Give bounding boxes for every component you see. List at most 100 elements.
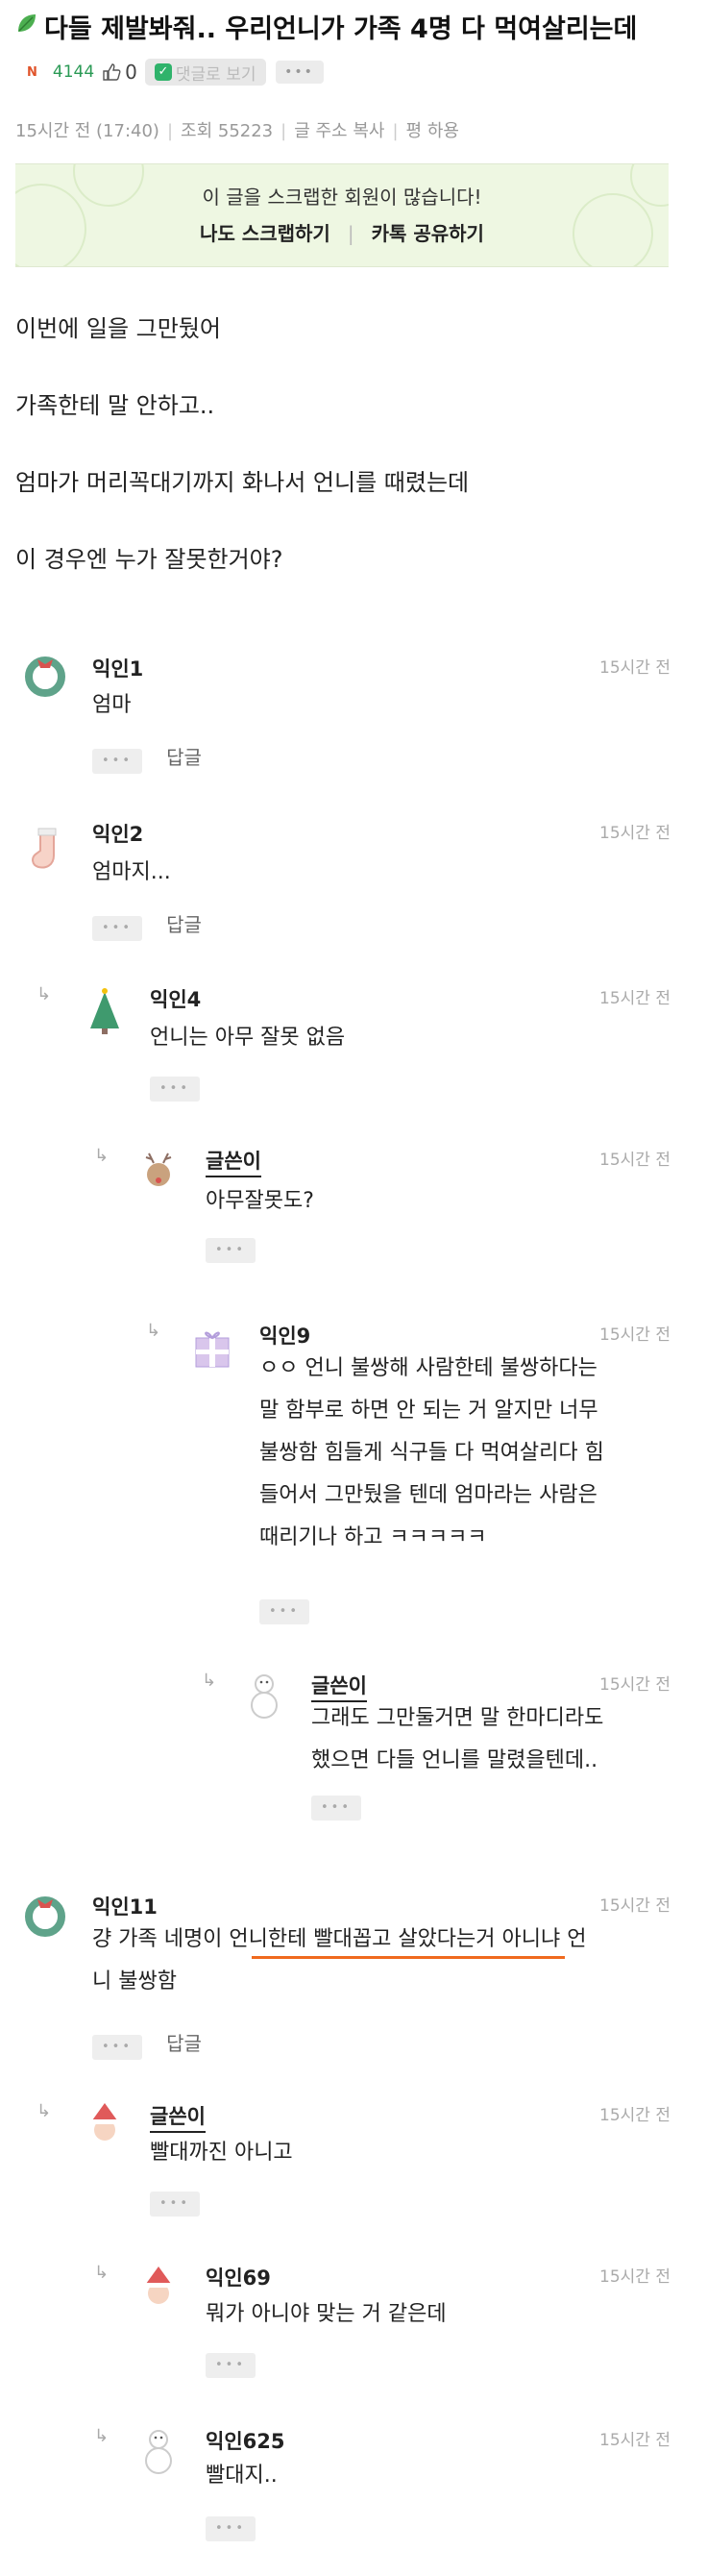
copy-link[interactable]: 글 주소 복사 [294,121,384,141]
comment-text: 엄마 [92,693,132,717]
comment-actions: ••• 답글 [92,909,202,941]
comment-actions: ••• [206,2353,256,2378]
comment-author: 익인11 [92,1895,158,1919]
comment-time: 15시간 전 [599,1896,670,1916]
highlight-underline [252,1956,565,1959]
gift-avatar-icon [195,1331,230,1368]
check-icon: ✓ [154,63,172,81]
comment-more-button[interactable]: ••• [259,1599,309,1624]
body-paragraph: 엄마가 머리꼭대기까지 화나서 언니를 때렸는데 [15,469,470,496]
christmas-tree-avatar-icon [90,988,119,1034]
comment-count: 4144 [52,62,95,82]
scrap-actions: 나도 스크랩하기 | 카톡 공유하기 [200,222,484,245]
comment-text: 아무잘못도? [206,1189,314,1213]
new-badge: N [27,64,37,80]
comment-author: 익인1 [92,657,144,681]
snowman-avatar-icon [251,1674,278,1719]
comment-author: 익인4 [150,988,202,1011]
post-title: 다들 제발봐줘.. 우리언니가 가족 4명 다 먹여살리는데 [44,14,638,44]
comment-text: 뭐가 아니야 맞는 거 같은데 [206,2302,447,2326]
reply-button[interactable]: 답글 [166,913,202,936]
comment-actions: ••• 답글 [92,742,202,774]
comment-actions: ••• [206,1238,256,1263]
comment-author: 익인9 [259,1325,311,1348]
reply-arrow-icon: ↳ [94,1146,110,1166]
santa-avatar-icon [91,2103,118,2141]
comment-line: 했으면 다들 언니를 말렸을텐데.. [311,1748,598,1772]
comment-actions: ••• [259,1599,309,1624]
comment-text: ㅇㅇ 언니 불쌍해 사람한테 불쌍하다는 말 함부로 하면 안 되는 거 알지만… [259,1348,604,1559]
wreath-avatar-icon [25,1896,65,1937]
comment-line: 불쌍함 힘들게 식구들 다 먹여살리다 힘 [259,1441,604,1465]
comment-actions: ••• [150,1077,200,1102]
comment-line: 그래도 그만둘거면 말 한마디라도 [311,1706,604,1730]
comment-text: 빨대까진 아니고 [150,2141,293,2165]
reply-button[interactable]: 답글 [166,2032,202,2055]
more-button[interactable]: ••• [275,61,324,84]
comment-line: 니 불쌍함 [92,1969,177,1994]
stocking-avatar-icon [32,828,57,869]
report-link[interactable]: 평 하용 [406,121,459,141]
view-comments-button[interactable]: ✓ 댓글로 보기 [144,59,266,86]
comment-text: 언니는 아무 잘못 없음 [150,1026,346,1050]
scrap-message: 이 글을 스크랩한 회원이 많습니다! [202,186,482,209]
comment-actions: ••• [311,1796,361,1821]
wreath-avatar-icon [25,656,65,697]
comment-time: 15시간 전 [599,2431,670,2450]
like-count: 0 [125,61,137,84]
comment-more-button[interactable]: ••• [92,2035,142,2060]
body-paragraph: 가족한테 말 안하고.. [15,392,215,419]
comment-author: 익인2 [92,823,144,846]
reply-arrow-icon: ↳ [94,2426,110,2446]
comment-text: 그래도 그만둘거면 말 한마디라도 했으면 다들 언니를 말렸을텐데.. [311,1697,603,1782]
comment-time: 15시간 전 [599,824,670,843]
comment-more-button[interactable]: ••• [206,2516,256,2541]
comment-line: 말 함부로 하면 안 되는 거 알지만 너무 [259,1399,598,1423]
comment-author: 익인625 [206,2430,285,2453]
comment-time: 15시간 전 [599,1151,670,1170]
comment-actions: ••• [206,2516,256,2541]
comment-line: 들어서 그만뒀을 텐데 엄마라는 사람은 [259,1483,597,1507]
comment-line: 때리기나 하고 ㅋㅋㅋㅋㅋ [259,1525,487,1549]
view-comments-label: 댓글로 보기 [175,64,256,85]
reply-arrow-icon: ↳ [202,1671,217,1691]
body-paragraph: 이번에 일을 그만뒀어 [15,315,221,342]
reindeer-avatar-icon [145,1152,172,1186]
comment-author: 익인69 [206,2266,271,2290]
comment-time: 15시간 전 [599,2267,670,2287]
comment-more-button[interactable]: ••• [92,749,142,774]
scrap-button[interactable]: 나도 스크랩하기 [200,222,330,245]
leaf-icon [18,14,36,32]
comment-text: 걍 가족 네명이 언니한테 빨대꼽고 살았다는거 아니냐 언 니 불쌍함 [92,1919,586,2003]
reply-arrow-icon: ↳ [94,2263,110,2283]
comment-text: 엄마지... [92,860,171,884]
santa-avatar-icon [145,2266,172,2304]
reply-arrow-icon: ↳ [37,984,52,1004]
reply-arrow-icon: ↳ [146,1321,161,1341]
reply-button[interactable]: 답글 [166,746,202,769]
comment-author: 글쓴이 [206,1146,261,1177]
comment-time: 15시간 전 [599,989,670,1008]
post-time: 15시간 전 (17:40) [15,121,159,141]
comment-more-button[interactable]: ••• [311,1796,361,1821]
kakao-share-button[interactable]: 카톡 공유하기 [372,222,484,245]
comment-actions: ••• [150,2192,200,2217]
reply-arrow-icon: ↳ [37,2101,52,2121]
comment-author: 글쓴이 [150,2101,206,2133]
comment-more-button[interactable]: ••• [206,1238,256,1263]
comment-more-button[interactable]: ••• [92,916,142,941]
view-count: 조회 55223 [181,121,274,141]
comment-time: 15시간 전 [599,1675,670,1695]
comment-time: 15시간 전 [599,1325,670,1345]
post-subinfo: 15시간 전 (17:40) | 조회 55223 | 글 주소 복사 | 평 하용 [15,121,459,141]
snowman-avatar-icon [145,2430,172,2474]
comment-more-button[interactable]: ••• [150,1077,200,1102]
comment-more-button[interactable]: ••• [150,2192,200,2217]
comment-text: 빨대지.. [206,2464,278,2488]
comment-more-button[interactable]: ••• [206,2353,256,2378]
comment-line: 걍 가족 네명이 언니한테 빨대꼽고 살았다는거 아니냐 언 [92,1927,587,1951]
post-meta-row: N 4144 0 ✓ 댓글로 보기 ••• [27,58,324,87]
scrap-banner: 이 글을 스크랩한 회원이 많습니다! 나도 스크랩하기 | 카톡 공유하기 [15,163,669,267]
comment-line: ㅇㅇ 언니 불쌍해 사람한테 불쌍하다는 [259,1356,597,1380]
thumbs-up-icon[interactable] [102,62,121,82]
